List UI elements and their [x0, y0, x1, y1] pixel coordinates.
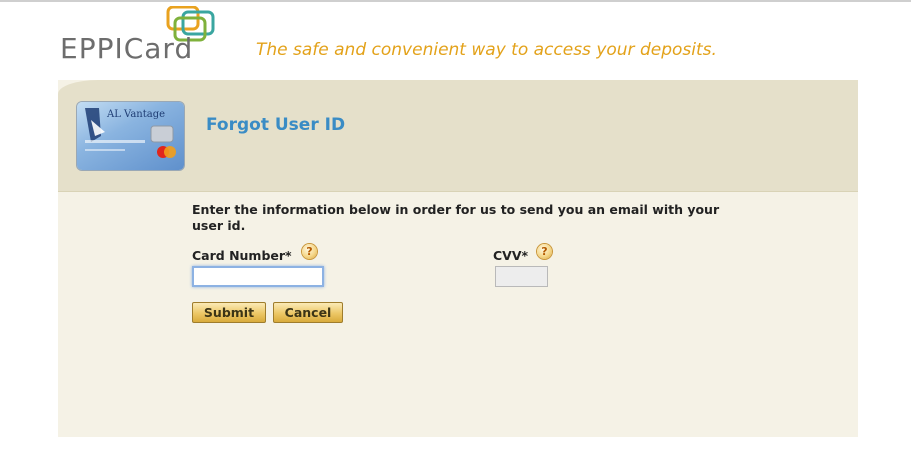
page-title: Forgot User ID — [206, 115, 346, 135]
cvv-help-icon[interactable]: ? — [537, 244, 552, 259]
tagline: The safe and convenient way to access yo… — [256, 40, 717, 60]
card-number-help-icon[interactable]: ? — [302, 244, 317, 259]
card-brand-text: AL Vantage — [107, 109, 166, 120]
cvv-input[interactable] — [495, 266, 548, 287]
forgot-user-id-panel: AL Vantage Forgot User ID Enter the info… — [58, 80, 858, 437]
top-rule — [0, 0, 911, 2]
logo-text: EPPICard — [60, 32, 194, 65]
eppicard-logo[interactable]: EPPICard — [60, 6, 240, 66]
card-image: AL Vantage — [77, 102, 184, 170]
cancel-button[interactable]: Cancel — [273, 302, 343, 323]
submit-button[interactable]: Submit — [192, 302, 266, 323]
cvv-label: CVV* — [493, 248, 529, 263]
panel-header: AL Vantage Forgot User ID — [58, 80, 858, 192]
card-number-input[interactable] — [192, 266, 324, 287]
card-number-label: Card Number* — [192, 248, 292, 263]
form-instructions: Enter the information below in order for… — [192, 202, 720, 233]
